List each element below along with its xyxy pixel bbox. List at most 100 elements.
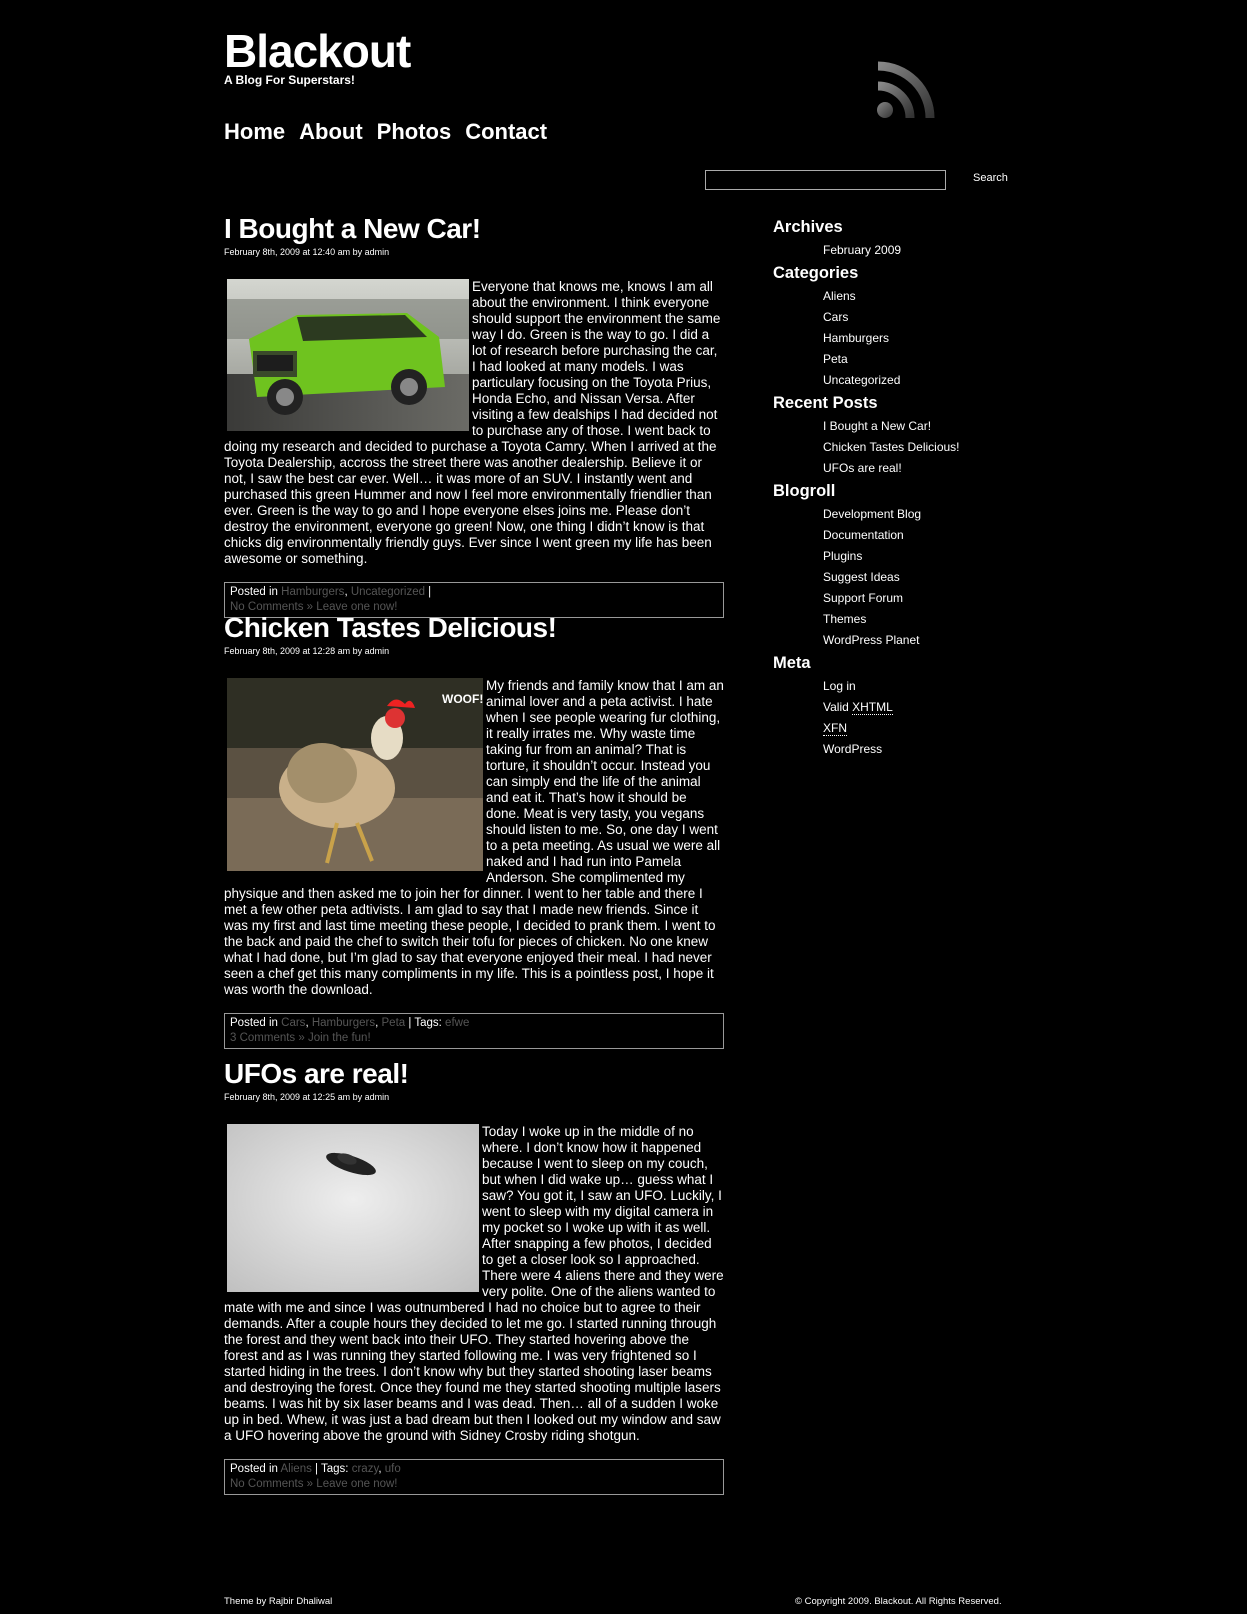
category-link[interactable]: Hamburgers bbox=[823, 331, 889, 345]
valid-prefix: Valid bbox=[823, 700, 849, 714]
speech-bubble-text: WOOF! WOOF! bbox=[442, 692, 483, 706]
category-link[interactable]: Peta bbox=[823, 352, 848, 366]
post-meta: February 8th, 2009 at 12:40 am by admin bbox=[224, 247, 390, 258]
comments-link[interactable]: No Comments » Leave one now! bbox=[230, 1478, 398, 1490]
category-link[interactable]: Cars bbox=[281, 1017, 305, 1029]
tags-label: Tags: bbox=[414, 1017, 442, 1030]
search-button[interactable]: Search bbox=[973, 172, 1008, 184]
rooster-photo: WOOF! WOOF! bbox=[227, 678, 483, 872]
tags-label: Tags: bbox=[321, 1463, 349, 1476]
rss-feed-icon[interactable] bbox=[876, 58, 938, 120]
blogroll-link[interactable]: Plugins bbox=[823, 549, 862, 563]
blogroll-link[interactable]: Development Blog bbox=[823, 507, 921, 521]
post-footer: Posted in Cars, Hamburgers, Peta | Tags:… bbox=[224, 1013, 724, 1050]
post-title[interactable]: I Bought a New Car! bbox=[224, 213, 724, 245]
category-link[interactable]: Cars bbox=[823, 310, 848, 324]
category-link[interactable]: Hamburgers bbox=[312, 1017, 375, 1029]
list-item: WordPress Planet bbox=[823, 630, 1033, 651]
green-hummer-photo bbox=[227, 279, 469, 432]
post-meta: February 8th, 2009 at 12:25 am by admin bbox=[224, 1092, 390, 1103]
list-item: Development Blog bbox=[823, 504, 1033, 525]
post-meta: February 8th, 2009 at 12:28 am by admin bbox=[224, 646, 390, 657]
list-item: Documentation bbox=[823, 525, 1033, 546]
blogroll-link[interactable]: Support Forum bbox=[823, 591, 903, 605]
comments-count: 3 Comments » bbox=[230, 1032, 305, 1045]
footer-credit: Theme by Rajbir Dhaliwal bbox=[224, 1596, 333, 1607]
xfn-link[interactable]: XFN bbox=[823, 721, 847, 736]
recent-posts-heading: Recent Posts bbox=[773, 394, 878, 412]
list-item: Chicken Tastes Delicious! bbox=[823, 437, 1033, 458]
list-item: I Bought a New Car! bbox=[823, 416, 1033, 437]
categories-list: Aliens Cars Hamburgers Peta Uncategorize… bbox=[773, 286, 1033, 391]
tag-link[interactable]: crazy bbox=[352, 1463, 379, 1475]
comments-count: No Comments » bbox=[230, 1478, 314, 1491]
search-input[interactable] bbox=[705, 170, 946, 190]
archive-link[interactable]: February 2009 bbox=[823, 243, 901, 257]
blogroll-link[interactable]: Documentation bbox=[823, 528, 904, 542]
posted-in-label: Posted in bbox=[230, 586, 278, 599]
recent-post-link[interactable]: UFOs are real! bbox=[823, 461, 902, 475]
blogroll-link[interactable]: WordPress Planet bbox=[823, 633, 920, 647]
post-title[interactable]: UFOs are real! bbox=[224, 1058, 724, 1090]
comments-link[interactable]: 3 Comments » Join the fun! bbox=[230, 1032, 371, 1044]
valid-xhtml-link[interactable]: Valid XHTML bbox=[823, 700, 893, 715]
nav-about[interactable]: About bbox=[299, 119, 363, 145]
ufo-photo bbox=[227, 1124, 479, 1293]
tag-link[interactable]: ufo bbox=[385, 1463, 401, 1475]
category-link[interactable]: Uncategorized bbox=[351, 586, 425, 598]
wordpress-link[interactable]: WordPress bbox=[823, 742, 882, 756]
post-footer: Posted in Aliens | Tags: crazy, ufo No C… bbox=[224, 1459, 724, 1496]
list-item: UFOs are real! bbox=[823, 458, 1033, 479]
recent-post-link[interactable]: Chicken Tastes Delicious! bbox=[823, 440, 960, 454]
category-link[interactable]: Hamburgers bbox=[281, 586, 344, 598]
posted-in-label: Posted in bbox=[230, 1017, 278, 1030]
archives-heading: Archives bbox=[773, 218, 843, 236]
main-nav: Home About Photos Contact bbox=[224, 119, 547, 145]
list-item: Plugins bbox=[823, 546, 1033, 567]
posted-in-label: Posted in bbox=[230, 1463, 278, 1476]
list-item: Uncategorized bbox=[823, 370, 1033, 391]
post-title[interactable]: Chicken Tastes Delicious! bbox=[224, 612, 724, 644]
category-link[interactable]: Aliens bbox=[281, 1463, 312, 1475]
category-link[interactable]: Uncategorized bbox=[823, 373, 900, 387]
post: I Bought a New Car! February 8th, 2009 a… bbox=[224, 213, 724, 619]
blogroll-heading: Blogroll bbox=[773, 482, 836, 500]
recent-post-link[interactable]: I Bought a New Car! bbox=[823, 419, 931, 433]
list-item: Themes bbox=[823, 609, 1033, 630]
post: UFOs are real! February 8th, 2009 at 12:… bbox=[224, 1058, 724, 1496]
category-link[interactable]: Peta bbox=[382, 1017, 406, 1029]
recent-posts-list: I Bought a New Car! Chicken Tastes Delic… bbox=[773, 416, 1033, 479]
xhtml-abbr: XHTML bbox=[852, 700, 893, 715]
list-item: Hamburgers bbox=[823, 328, 1033, 349]
list-item: Cars bbox=[823, 307, 1033, 328]
list-item: WordPress bbox=[823, 739, 1033, 760]
blogroll-link[interactable]: Themes bbox=[823, 612, 866, 626]
list-item: Log in bbox=[823, 676, 1033, 697]
nav-home[interactable]: Home bbox=[224, 119, 285, 145]
footer-copyright: © Copyright 2009. Blackout. All Rights R… bbox=[795, 1596, 1002, 1607]
site-tagline: A Blog For Superstars! bbox=[224, 73, 355, 87]
list-item: Valid XHTML bbox=[823, 697, 1033, 718]
meta-list: Log in Valid XHTML XFN WordPress bbox=[773, 676, 1033, 760]
categories-heading: Categories bbox=[773, 264, 859, 282]
comments-action: Join the fun! bbox=[307, 1032, 371, 1045]
comments-action: Leave one now! bbox=[316, 1478, 398, 1491]
category-link[interactable]: Aliens bbox=[823, 289, 856, 303]
archives-list: February 2009 bbox=[773, 240, 1033, 261]
meta-heading: Meta bbox=[773, 654, 811, 672]
nav-contact[interactable]: Contact bbox=[465, 119, 547, 145]
sidebar: Archives February 2009 Categories Aliens… bbox=[773, 217, 1033, 762]
list-item: February 2009 bbox=[823, 240, 1033, 261]
site-title[interactable]: Blackout bbox=[224, 28, 411, 74]
login-link[interactable]: Log in bbox=[823, 679, 856, 693]
list-item: Support Forum bbox=[823, 588, 1033, 609]
blogroll-link[interactable]: Suggest Ideas bbox=[823, 570, 900, 584]
post: Chicken Tastes Delicious! February 8th, … bbox=[224, 612, 724, 1050]
tag-link[interactable]: efwe bbox=[445, 1017, 469, 1029]
list-item: Peta bbox=[823, 349, 1033, 370]
blogroll-list: Development Blog Documentation Plugins S… bbox=[773, 504, 1033, 651]
list-item: Aliens bbox=[823, 286, 1033, 307]
nav-photos[interactable]: Photos bbox=[377, 119, 452, 145]
list-item: Suggest Ideas bbox=[823, 567, 1033, 588]
list-item: XFN bbox=[823, 718, 1033, 739]
